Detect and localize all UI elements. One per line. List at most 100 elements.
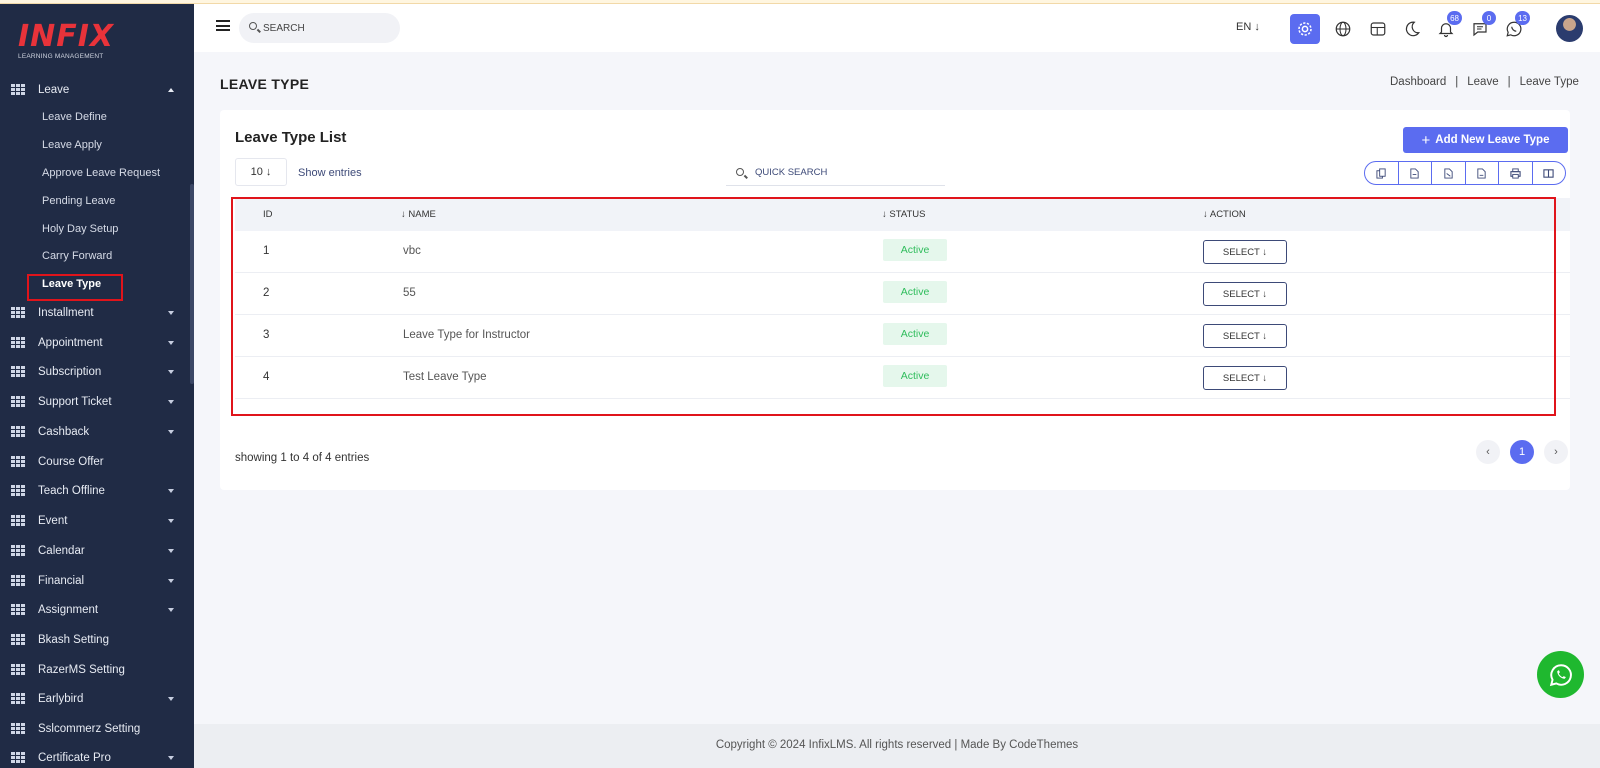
sidebar-item-bkash-setting[interactable]: Bkash Setting: [0, 626, 190, 654]
print-icon: [1510, 167, 1521, 179]
sidebar-item-label: Assignment: [38, 604, 99, 616]
sidebar-item-label: Installment: [38, 307, 94, 319]
logo[interactable]: INFIX LEARNING MANAGEMENT: [18, 22, 138, 66]
sidebar-item-financial[interactable]: Financial: [0, 567, 190, 595]
pagination-next-button[interactable]: ›: [1544, 440, 1568, 464]
sidebar: INFIX LEARNING MANAGEMENT Leave Leave De…: [0, 4, 194, 768]
sidebar-item-sslcommerz-setting[interactable]: Sslcommerz Setting: [0, 715, 190, 743]
sidebar-scrollbar[interactable]: [190, 184, 194, 384]
add-new-leave-type-button[interactable]: + Add New Leave Type: [1403, 127, 1568, 153]
sidebar-subitem-carry-forward[interactable]: Carry Forward: [42, 250, 112, 262]
csv-button[interactable]: [1399, 162, 1432, 184]
grid-icon: [11, 574, 25, 588]
excel-button[interactable]: [1432, 162, 1466, 184]
add-new-leave-type-label: Add New Leave Type: [1435, 134, 1550, 146]
page-title: LEAVE TYPE: [220, 76, 310, 92]
pagination-prev-button[interactable]: ‹: [1476, 440, 1500, 464]
layout-button[interactable]: [1363, 14, 1393, 44]
csv-icon: [1410, 167, 1419, 179]
grid-icon: [11, 336, 25, 350]
sidebar-item-course-offer[interactable]: Course Offer: [0, 448, 190, 476]
grid-icon: [11, 484, 25, 498]
whatsapp-chat-button[interactable]: [1537, 651, 1584, 698]
layout-icon: [1370, 22, 1386, 36]
breadcrumb-leave[interactable]: Leave: [1467, 76, 1498, 88]
globe-icon: [1335, 21, 1351, 37]
sidebar-item-label: Sslcommerz Setting: [38, 723, 141, 735]
grid-icon: [11, 692, 25, 706]
global-search[interactable]: [239, 13, 400, 43]
sidebar-item-label: RazerMS Setting: [38, 664, 125, 676]
grid-icon: [11, 722, 25, 736]
dark-mode-toggle[interactable]: [1397, 14, 1427, 44]
sidebar-item-cashback[interactable]: Cashback: [0, 418, 190, 446]
pagination-page-1[interactable]: 1: [1510, 440, 1534, 464]
sidebar-item-appointment[interactable]: Appointment: [0, 329, 190, 357]
user-avatar[interactable]: [1556, 15, 1583, 42]
sidebar-item-label: Appointment: [38, 337, 103, 349]
grid-icon: [11, 633, 25, 647]
search-icon: [249, 22, 257, 30]
caret-down-icon: [168, 341, 174, 345]
caret-up-icon: [168, 88, 174, 92]
sidebar-subitem-holy-day-setup[interactable]: Holy Day Setup: [42, 223, 118, 235]
breadcrumb-dashboard[interactable]: Dashboard: [1390, 76, 1446, 88]
sidebar-item-razerms-setting[interactable]: RazerMS Setting: [0, 656, 190, 684]
sidebar-subitem-leave-apply[interactable]: Leave Apply: [42, 139, 102, 151]
sidebar-item-certificate-pro[interactable]: Certificate Pro: [0, 744, 190, 768]
pdf-icon: [1477, 167, 1486, 179]
sidebar-item-subscription[interactable]: Subscription: [0, 358, 190, 386]
messages-button[interactable]: 0: [1465, 11, 1496, 44]
settings-button[interactable]: [1290, 14, 1320, 44]
pdf-button[interactable]: [1466, 162, 1499, 184]
language-selector[interactable]: EN ↓: [1236, 21, 1260, 33]
whatsapp-count-badge: 13: [1515, 11, 1530, 25]
notifications-button[interactable]: 68: [1431, 11, 1462, 44]
caret-down-icon: [168, 756, 174, 760]
sidebar-item-installment[interactable]: Installment: [0, 299, 190, 327]
hamburger-menu-icon[interactable]: [216, 20, 230, 31]
sidebar-item-assignment[interactable]: Assignment: [0, 596, 190, 624]
page-size-select[interactable]: 10 ↓: [235, 158, 287, 186]
sidebar-item-support-ticket[interactable]: Support Ticket: [0, 388, 190, 416]
settings-icon: [1298, 22, 1312, 36]
copyright-text: Copyright © 2024 InfixLMS. All rights re…: [715, 739, 1079, 751]
columns-button[interactable]: [1533, 162, 1566, 184]
grid-icon: [11, 514, 25, 528]
grid-icon: [11, 306, 25, 320]
sidebar-item-label: Leave: [38, 84, 70, 96]
quick-search-input[interactable]: [755, 165, 935, 179]
sidebar-item-label: Certificate Pro: [38, 752, 111, 764]
print-button[interactable]: [1499, 162, 1533, 184]
sidebar-subitem-pending-leave[interactable]: Pending Leave: [42, 195, 115, 207]
caret-down-icon: [168, 489, 174, 493]
sidebar-item-label: Event: [38, 515, 68, 527]
sidebar-subitem-approve-leave-request[interactable]: Approve Leave Request: [42, 167, 160, 179]
copy-button[interactable]: [1365, 162, 1399, 184]
sidebar-subitem-leave-define[interactable]: Leave Define: [42, 111, 107, 123]
caret-down-icon: [168, 608, 174, 612]
breadcrumb: Dashboard | Leave | Leave Type: [1390, 76, 1579, 88]
whatsapp-header-button[interactable]: 13: [1499, 11, 1530, 44]
globe-button[interactable]: [1328, 14, 1358, 44]
sidebar-item-event[interactable]: Event: [0, 507, 190, 535]
caret-down-icon: [168, 519, 174, 523]
sidebar-item-earlybird[interactable]: Earlybird: [0, 685, 190, 713]
sidebar-item-calendar[interactable]: Calendar: [0, 537, 190, 565]
card-title: Leave Type List: [235, 129, 347, 146]
grid-icon: [11, 663, 25, 677]
sidebar-item-label: Support Ticket: [38, 396, 112, 408]
sidebar-item-label: Teach Offline: [38, 485, 105, 497]
quick-search[interactable]: [726, 158, 945, 186]
grid-icon: [11, 544, 25, 558]
caret-down-icon: [168, 430, 174, 434]
caret-down-icon: [168, 697, 174, 701]
sidebar-item-leave[interactable]: Leave: [0, 76, 190, 104]
sidebar-item-teach-offline[interactable]: Teach Offline: [0, 477, 190, 505]
highlight-box-leave-type: [27, 274, 123, 301]
copy-icon: [1376, 167, 1386, 179]
export-button-group: [1364, 161, 1566, 185]
sidebar-item-label: Subscription: [38, 366, 102, 378]
search-input[interactable]: [263, 20, 393, 36]
grid-icon: [11, 603, 25, 617]
